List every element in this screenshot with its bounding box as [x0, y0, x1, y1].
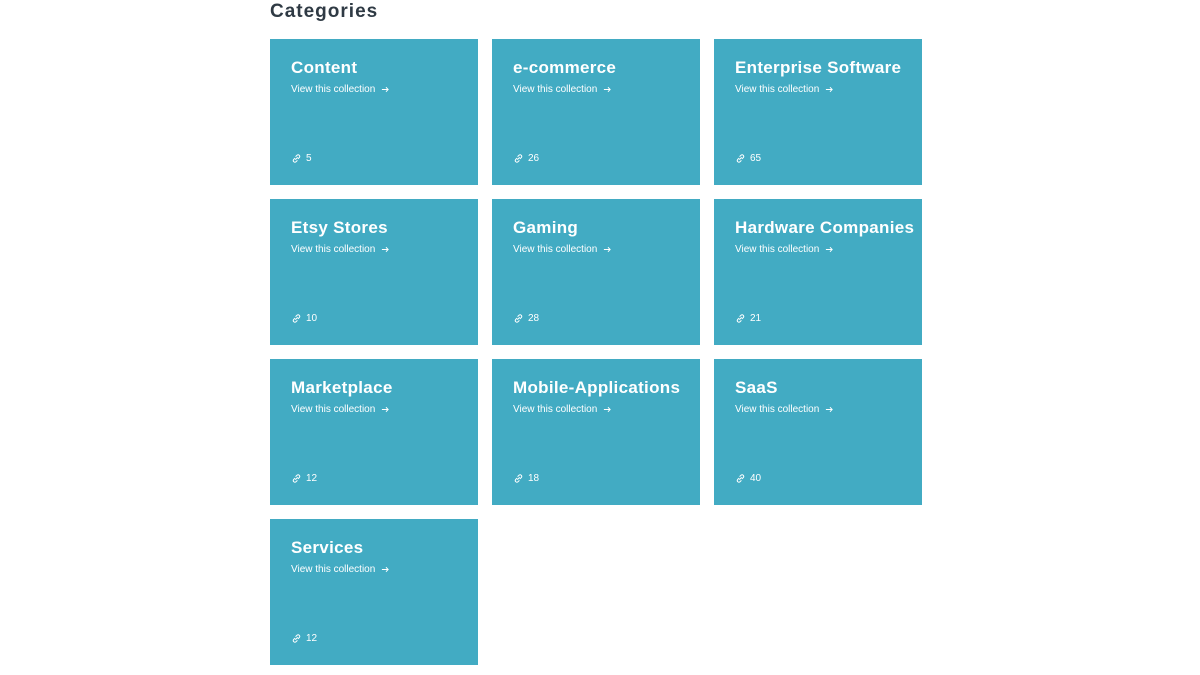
- view-collection-link[interactable]: View this collection: [513, 404, 612, 415]
- arrow-right-icon: [604, 406, 612, 413]
- link-count: 28: [513, 313, 539, 324]
- link-count-value: 12: [306, 633, 318, 644]
- category-card-etsy-stores[interactable]: Etsy Stores View this collection 10: [270, 199, 478, 345]
- link-icon: [736, 314, 745, 323]
- view-collection-label: View this collection: [735, 244, 820, 255]
- category-title: Hardware Companies: [735, 218, 915, 237]
- view-collection-link[interactable]: View this collection: [291, 244, 390, 255]
- link-count-value: 18: [528, 473, 540, 484]
- link-icon: [514, 474, 523, 483]
- arrow-right-icon: [382, 246, 390, 253]
- link-count-value: 21: [750, 313, 762, 324]
- view-collection-link[interactable]: View this collection: [735, 84, 834, 95]
- view-collection-label: View this collection: [735, 84, 820, 95]
- category-title: Marketplace: [291, 378, 393, 397]
- link-count-value: 5: [306, 153, 312, 164]
- link-icon: [292, 474, 301, 483]
- link-icon: [514, 314, 523, 323]
- category-title: Enterprise Software: [735, 58, 902, 77]
- link-count-value: 12: [306, 473, 318, 484]
- link-count: 26: [513, 153, 539, 164]
- category-card-services[interactable]: Services View this collection 12: [270, 519, 478, 665]
- link-icon: [736, 474, 745, 483]
- view-collection-label: View this collection: [291, 84, 376, 95]
- link-count: 18: [513, 473, 539, 484]
- category-title: SaaS: [735, 378, 778, 397]
- view-collection-link[interactable]: View this collection: [735, 404, 834, 415]
- category-card-mobile-applications[interactable]: Mobile-Applications View this collection…: [492, 359, 700, 505]
- category-card-enterprise-software[interactable]: Enterprise Software View this collection…: [714, 39, 922, 185]
- category-card-marketplace[interactable]: Marketplace View this collection 12: [270, 359, 478, 505]
- link-count: 10: [291, 313, 317, 324]
- arrow-right-icon: [604, 86, 612, 93]
- link-count: 5: [291, 153, 312, 164]
- view-collection-link[interactable]: View this collection: [291, 404, 390, 415]
- link-count-value: 10: [306, 313, 318, 324]
- link-count: 21: [735, 313, 761, 324]
- link-icon: [292, 634, 301, 643]
- link-icon: [292, 154, 301, 163]
- category-title: Content: [291, 58, 358, 77]
- category-card-gaming[interactable]: Gaming View this collection 28: [492, 199, 700, 345]
- link-count: 65: [735, 153, 761, 164]
- view-collection-link[interactable]: View this collection: [735, 244, 834, 255]
- arrow-right-icon: [826, 246, 834, 253]
- view-collection-link[interactable]: View this collection: [291, 564, 390, 575]
- arrow-right-icon: [604, 246, 612, 253]
- link-count-value: 40: [750, 473, 762, 484]
- arrow-right-icon: [382, 566, 390, 573]
- view-collection-link[interactable]: View this collection: [291, 84, 390, 95]
- category-title: e-commerce: [513, 58, 617, 77]
- arrow-right-icon: [382, 86, 390, 93]
- view-collection-label: View this collection: [291, 244, 376, 255]
- view-collection-label: View this collection: [735, 404, 820, 415]
- link-icon: [736, 154, 745, 163]
- page-title: Categories: [270, 1, 379, 22]
- category-card-saas[interactable]: SaaS View this collection 40: [714, 359, 922, 505]
- arrow-right-icon: [826, 86, 834, 93]
- view-collection-link[interactable]: View this collection: [513, 84, 612, 95]
- view-collection-label: View this collection: [513, 244, 598, 255]
- view-collection-label: View this collection: [513, 404, 598, 415]
- arrow-right-icon: [382, 406, 390, 413]
- category-card-e-commerce[interactable]: e-commerce View this collection 26: [492, 39, 700, 185]
- link-count: 12: [291, 633, 317, 644]
- category-title: Gaming: [513, 218, 579, 237]
- view-collection-label: View this collection: [513, 84, 598, 95]
- link-icon: [514, 154, 523, 163]
- arrow-right-icon: [826, 406, 834, 413]
- category-title: Services: [291, 538, 364, 557]
- link-count-value: 28: [528, 313, 540, 324]
- category-card-content[interactable]: Content View this collection 5: [270, 39, 478, 185]
- view-collection-link[interactable]: View this collection: [513, 244, 612, 255]
- category-title: Mobile-Applications: [513, 378, 681, 397]
- link-count: 40: [735, 473, 761, 484]
- link-count: 12: [291, 473, 317, 484]
- categories-grid: Content View this collection 5 e-commerc…: [270, 39, 922, 665]
- category-title: Etsy Stores: [291, 218, 388, 237]
- link-count-value: 26: [528, 153, 540, 164]
- view-collection-label: View this collection: [291, 564, 376, 575]
- view-collection-label: View this collection: [291, 404, 376, 415]
- category-card-hardware-companies[interactable]: Hardware Companies View this collection …: [714, 199, 922, 345]
- link-count-value: 65: [750, 153, 762, 164]
- link-icon: [292, 314, 301, 323]
